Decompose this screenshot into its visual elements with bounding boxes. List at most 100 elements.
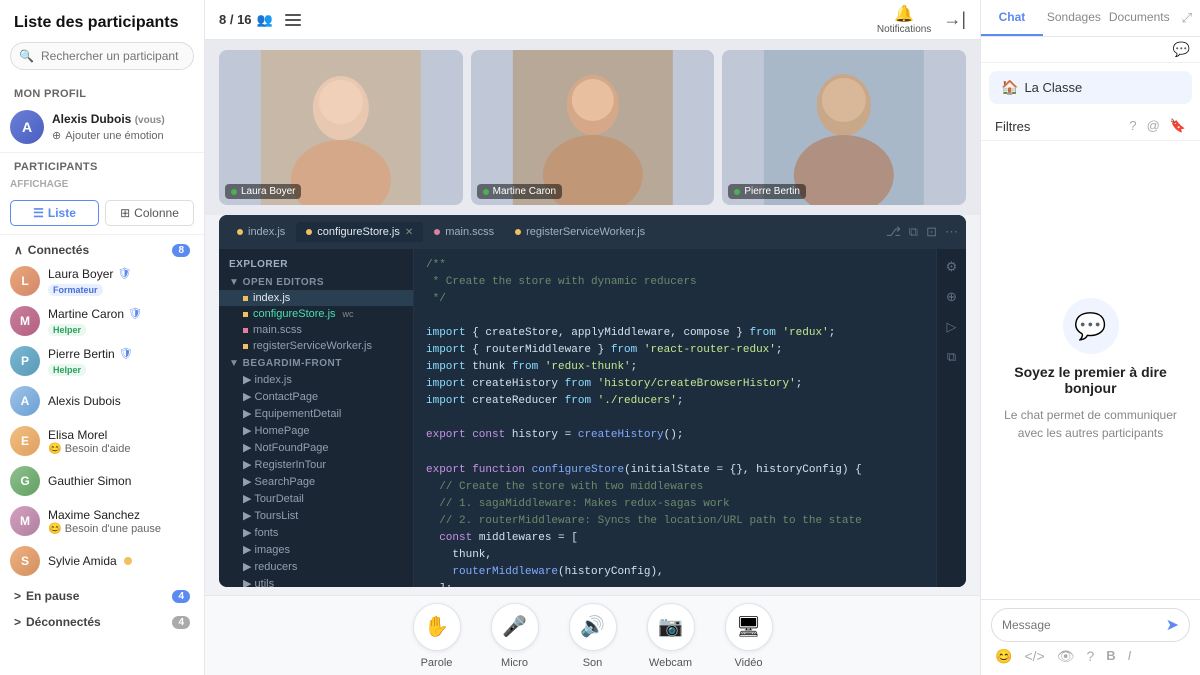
eye-btn[interactable]: 👁 [1057,648,1075,665]
classe-bar[interactable]: 🏠 La Classe [989,71,1192,104]
code-tab-mainscss[interactable]: main.scss [424,222,504,242]
connected-badge: 8 [172,244,190,257]
video-label: Pierre Bertin [728,184,806,199]
add-emotion-btn[interactable]: ⊕ Ajouter une émotion [52,129,194,142]
extension-icon[interactable]: ⧉ [942,347,962,367]
left-panel: Liste des participants 🔍 Mon profil A Al… [0,0,205,675]
search-box: 🔍 [10,42,194,70]
paused-section[interactable]: > En pause 4 [0,581,204,607]
disconnected-section[interactable]: > Déconnectés 4 [0,607,204,633]
tree-item[interactable]: ▶ utils [219,575,413,587]
avatar: L [10,266,40,296]
classe-icon: 🏠 [1001,79,1018,96]
mention-icon[interactable]: @ [1147,118,1160,134]
webcam-btn[interactable]: 📷 Webcam [647,603,695,669]
message-input[interactable] [1002,618,1160,632]
tree-item[interactable]: ▶ TourDetail [219,490,413,507]
tree-item[interactable]: ▶ fonts [219,524,413,541]
tree-item[interactable]: index.js [219,290,413,306]
list-item[interactable]: E Elisa Morel 😊 Besoin d'aide [0,421,204,461]
filtres-bar: Filtres ? @ 🔖 [981,112,1200,141]
exit-btn[interactable]: →| [943,9,966,30]
avatar: A [10,110,44,144]
tree-item[interactable]: ▶ EquipementDetail [219,405,413,422]
tree-item[interactable]: main.scss [219,322,413,338]
view-list-btn[interactable]: ☰ Liste [10,200,99,226]
debug-icon[interactable]: ▷ [942,317,962,337]
tree-item[interactable]: ▶ images [219,541,413,558]
parole-btn[interactable]: ✋ Parole [413,603,461,669]
list-item[interactable]: A Alexis Dubois [0,381,204,421]
panel-title: Liste des participants [0,0,204,42]
code-tab-indexjs[interactable]: index.js [227,222,295,242]
view-column-btn[interactable]: ⊞ Colonne [105,200,194,226]
avatar: A [10,386,40,416]
help-icon[interactable]: ? [1129,118,1136,134]
code-tab-registerserviceworkerjs[interactable]: registerServiceWorker.js [505,222,655,242]
list-item[interactable]: M Maxime Sanchez 😊 Besoin d'une pause [0,501,204,541]
list-item[interactable]: L Laura Boyer 🛡 Formateur [0,261,204,301]
bottom-controls: ✋ Parole 🎤 Micro 🔊 Son 📷 Webcam 🖥 Vidéo [205,595,980,675]
tree-item[interactable]: ▶ index.js [219,371,413,388]
bold-btn[interactable]: B [1106,648,1115,665]
tree-item[interactable]: ▶ RegisterInTour [219,456,413,473]
tree-item[interactable]: ▶ HomePage [219,422,413,439]
tree-item[interactable]: ▶ NotFoundPage [219,439,413,456]
tab-chat[interactable]: Chat [981,0,1043,36]
profile-user: A Alexis Dubois (vous) ⊕ Ajouter une émo… [10,110,194,144]
tab-sondages[interactable]: Sondages [1043,0,1105,36]
italic-btn[interactable]: I [1128,648,1132,665]
tree-item[interactable]: configureStore.js wc [219,306,413,322]
open-editors-label: ▼ OPEN EDITORS [219,273,413,290]
tree-item[interactable]: ▶ SearchPage [219,473,413,490]
tree-item[interactable]: registerServiceWorker.js [219,338,413,354]
message-toolbar: 😊 </> 👁 ? B I [991,642,1190,667]
son-btn[interactable]: 🔊 Son [569,603,617,669]
profile-section-title: Mon profil [0,80,204,104]
tree-item[interactable]: ▶ ContactPage [219,388,413,405]
chat-icon[interactable]: 💬 [1173,41,1190,58]
role-badge: Helper [48,324,86,336]
send-btn[interactable]: ➤ [1166,615,1179,635]
view-toggle: ☰ Liste ⊞ Colonne [0,194,204,235]
settings-icon[interactable]: ⚙ [942,257,962,277]
js-dot-icon [243,312,248,317]
more-icon: ⋯ [945,224,958,240]
code-btn[interactable]: </> [1024,648,1044,665]
bookmark-icon[interactable]: 🔖 [1170,118,1186,134]
tree-item[interactable]: ▶ reducers [219,558,413,575]
code-editor: index.js configureStore.js ✕ main.scss r… [219,215,966,587]
list-item[interactable]: M Martine Caron 🛡 Helper [0,301,204,341]
avatar: M [10,506,40,536]
micro-btn[interactable]: 🎤 Micro [491,603,539,669]
status-dot [124,557,132,565]
notifications-btn[interactable]: 🔔 Notifications [877,4,931,35]
main-area: 8 / 16 👥 🔔 Notifications →| [205,0,980,675]
connected-section[interactable]: ∧ Connectés 8 [0,235,204,261]
shield-icon: 🛡 [119,347,133,360]
video-btn[interactable]: 🖥 Vidéo [725,603,773,669]
code-tab-configurestorejs[interactable]: configureStore.js ✕ [296,222,423,242]
emoji-btn[interactable]: 😊 [995,648,1012,665]
js-dot-icon [306,229,312,235]
avatar: M [10,306,40,336]
scss-dot-icon [434,229,440,235]
hamburger-menu[interactable] [285,14,301,26]
tree-item[interactable]: ▶ ToursList [219,507,413,524]
search-code-icon[interactable]: ⊕ [942,287,962,307]
close-icon[interactable]: ✕ [405,227,413,238]
avatar: E [10,426,40,456]
video-card: Pierre Bertin [722,50,966,205]
video-label: Martine Caron [477,184,562,199]
expand-icon[interactable]: ⤢ [1182,10,1192,26]
list-item[interactable]: G Gauthier Simon [0,461,204,501]
help-msg-btn[interactable]: ? [1086,648,1094,665]
search-input[interactable] [10,42,194,70]
list-item[interactable]: P Pierre Bertin 🛡 Helper [0,341,204,381]
list-item[interactable]: S Sylvie Amida [0,541,204,581]
bell-icon: 🔔 [894,4,914,24]
profile-name: Alexis Dubois (vous) [52,112,194,126]
tab-documents[interactable]: Documents [1105,0,1174,36]
code-content: /** * Create the store with dynamic redu… [414,249,936,587]
avatar: S [10,546,40,576]
